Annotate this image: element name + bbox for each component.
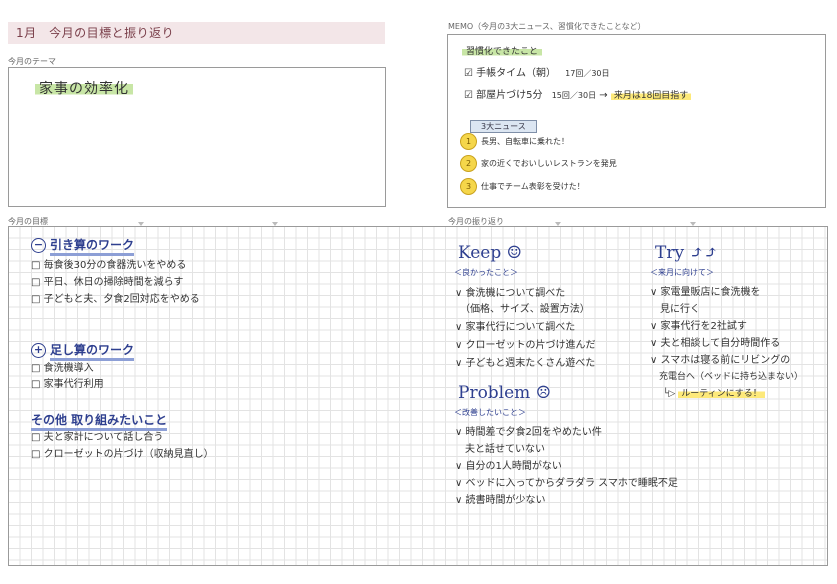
problem-subtitle: ＜改善したいこと＞ bbox=[454, 408, 526, 417]
other-heading: その他 取り組みたいこと bbox=[31, 411, 168, 431]
keep-item: （価格、サイズ、設置方法） bbox=[455, 304, 590, 315]
routine-note: └▷ ルーティンにする！ bbox=[663, 387, 765, 401]
goal-item: □ クローゼットの片づけ（収納見直し） bbox=[31, 449, 214, 460]
memo-label: MEMO（今月の3大ニュース、習慣化できたことなど） bbox=[448, 22, 646, 31]
plus-work-heading: + 足し算のワーク bbox=[31, 341, 135, 361]
problem-title: Problem ☹ bbox=[458, 383, 551, 403]
medal-icon: 1 bbox=[460, 133, 477, 150]
goal-item: □ 毎食後30分の食器洗いをやめる bbox=[31, 260, 187, 271]
problem-item: ∨ ベッドに入ってからダラダラ スマホで睡眠不足 bbox=[455, 478, 678, 489]
try-item: ∨ 家電量販店に食洗機を bbox=[650, 287, 761, 298]
news-banner: 3大ニュース bbox=[470, 120, 537, 133]
news-item: 3 仕事でチーム表彰を受けた！ bbox=[460, 178, 585, 195]
goal-item: □ 食洗機導入 bbox=[31, 363, 94, 374]
check-icon: ☑ bbox=[464, 68, 473, 79]
try-title: Try ⤴⤴ bbox=[655, 243, 718, 263]
medal-icon: 2 bbox=[460, 155, 477, 172]
try-item: ∨ スマホは寝る前にリビングの bbox=[650, 355, 791, 366]
habits-title: 習慣化できたこと bbox=[462, 47, 543, 57]
goal-item: □ 家事代行利用 bbox=[31, 379, 104, 390]
try-item: 見に行く bbox=[650, 304, 700, 315]
theme-label: 今月のテーマ bbox=[8, 57, 56, 66]
theme-box: 家事の効率化 bbox=[8, 67, 386, 207]
try-item: ∨ 夫と相談して自分時間作る bbox=[650, 338, 781, 349]
problem-item: ∨ 時間差で夕食2回をやめたい件 bbox=[455, 427, 602, 438]
plus-circle-icon: + bbox=[31, 343, 46, 358]
problem-item: ∨ 読書時間が少ない bbox=[455, 495, 546, 506]
try-item: 充電台へ（ベッドに持ち込まない） bbox=[650, 372, 804, 382]
memo-box: 習慣化できたこと ☑ 手帳タイム（朝） 17回／30日 ☑ 部屋片づけ5分 15… bbox=[447, 34, 826, 208]
problem-item: ∨ 自分の1人時間がない bbox=[455, 461, 562, 472]
routine-text: ルーティンにする！ bbox=[678, 389, 765, 399]
grid-area: − 引き算のワーク □ 毎食後30分の食器洗いをやめる □ 平日、休日の掃除時間を… bbox=[8, 226, 828, 566]
habit-item: ☑ 手帳タイム（朝） 17回／30日 bbox=[464, 68, 610, 79]
keep-item: ∨ クローゼットの片づけ進んだ bbox=[455, 340, 596, 351]
habit-item: ☑ 部屋片づけ5分 15回／30日 → 来月は18回目指す bbox=[464, 89, 692, 103]
try-subtitle: ＜来月に向けて＞ bbox=[650, 268, 714, 277]
theme-text: 家事の効率化 bbox=[35, 81, 133, 97]
arrow-right-icon: → bbox=[599, 90, 608, 101]
goal-item: □ 子どもと夫、夕食2回対応をやめる bbox=[31, 294, 200, 305]
page-title: 1月 今月の目標と振り返り bbox=[8, 22, 385, 44]
keep-item: ∨ 家事代行について調べた bbox=[455, 322, 576, 333]
medal-icon: 3 bbox=[460, 178, 477, 195]
keep-title: Keep ☺ bbox=[458, 243, 522, 263]
keep-item: ∨ 子どもと週末たくさん遊べた bbox=[455, 358, 596, 369]
minus-circle-icon: − bbox=[31, 238, 46, 253]
goal-item: □ 平日、休日の掃除時間を減らす bbox=[31, 277, 184, 288]
problem-item: 夫と話せていない bbox=[455, 444, 545, 455]
news-item: 2 家の近くでおいしいレストランを発見 bbox=[460, 155, 617, 172]
try-item: ∨ 家事代行を2社試す bbox=[650, 321, 747, 332]
goal-item: □ 夫と家計について話し合う bbox=[31, 432, 164, 443]
minus-work-heading: − 引き算のワーク bbox=[31, 236, 135, 256]
check-icon: ☑ bbox=[464, 90, 473, 101]
arrow-icon: └▷ bbox=[663, 389, 676, 399]
news-item: 1 長男、自転車に乗れた！ bbox=[460, 133, 569, 150]
keep-item: ∨ 食洗機について調べた bbox=[455, 288, 566, 299]
keep-subtitle: ＜良かったこと＞ bbox=[454, 268, 518, 277]
